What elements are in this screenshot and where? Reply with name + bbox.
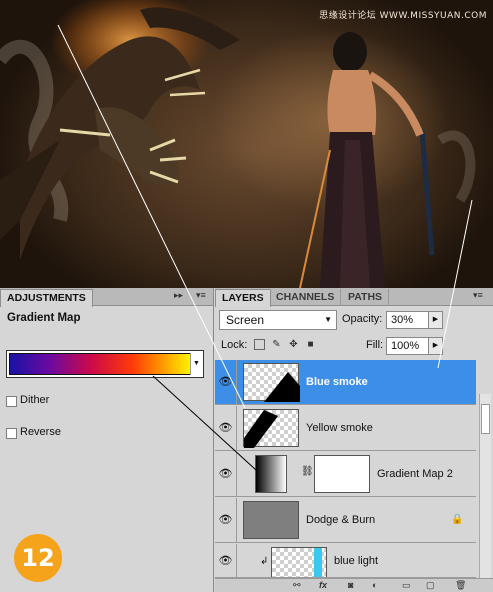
fx-icon[interactable]: fx [319,580,327,590]
tab-channels[interactable]: CHANNELS [270,289,342,306]
fill-label: Fill: [366,339,384,351]
step-badge: 12 [14,534,62,582]
tab-adjustments[interactable]: ADJUSTMENTS [0,289,93,307]
artwork-canvas: 思缘设计论坛 WWW.MISSYUAN.COM [0,0,493,288]
new-layer-icon[interactable]: ▢ [426,580,435,591]
lock-brush-icon[interactable]: ✎ [271,339,282,350]
add-mask-icon[interactable]: ◙ [348,580,353,590]
layer-row[interactable]: 👁 ⛓ Gradient Map 2 [215,452,476,497]
artwork-illustration [0,0,476,288]
layer-name[interactable]: Gradient Map 2 [377,468,453,480]
reverse-label: Reverse [20,426,61,438]
trash-icon[interactable]: 🗑 [455,580,466,591]
eye-icon[interactable]: 👁 [215,544,237,577]
gradient-dropdown-icon[interactable]: ▼ [190,353,202,375]
lock-transparent-icon[interactable] [254,339,265,350]
eye-icon[interactable]: 👁 [215,360,237,405]
fill-input[interactable]: 100% [386,337,430,355]
layer-name[interactable]: Yellow smoke [306,422,373,434]
eye-icon[interactable]: 👁 [215,452,237,497]
layer-thumbnail [271,547,327,577]
layer-row[interactable]: 👁 Blue smoke [215,360,476,405]
layers-scrollbar[interactable] [479,394,491,579]
panel-menu-icon[interactable]: ▾≡ [196,290,206,301]
layers-toolbar: ⚯ fx ◙ ◐ ▭ ▢ 🗑 [215,578,493,592]
link-layers-icon[interactable]: ⚯ [293,580,301,591]
layer-mask-thumbnail[interactable] [314,455,370,493]
layers-panel: LAYERS CHANNELS PATHS ▾≡ Screen ▼ Opacit… [215,288,493,592]
layer-name[interactable]: blue light [334,555,378,567]
layer-thumbnail [243,501,299,539]
lock-all-icon[interactable]: ■ [305,339,316,350]
opacity-slider-arrow-icon[interactable]: ▶ [428,311,443,329]
adjustment-layer-icon [255,455,287,493]
layer-thumbnail [243,363,300,402]
layers-menu-icon[interactable]: ▾≡ [473,290,483,301]
collapse-icon[interactable]: ▸▸ [174,290,183,301]
adjustments-tabbar: ADJUSTMENTS ▸▸ ▾≡ [0,288,213,307]
blend-mode-value: Screen [226,313,265,327]
chevron-down-icon: ▼ [324,315,332,324]
watermark-text: 思缘设计论坛 WWW.MISSYUAN.COM [319,11,487,21]
lock-label: Lock: [221,339,248,351]
layer-row[interactable]: 👁 Dodge & Burn 🔒 [215,498,476,543]
eye-icon[interactable]: 👁 [215,406,237,451]
layer-lock-icon: 🔒 [451,514,464,525]
eye-icon[interactable]: 👁 [215,498,237,543]
opacity-input[interactable]: 30% [386,311,430,329]
reverse-checkbox[interactable] [6,428,17,439]
link-icon[interactable]: ⛓ [301,466,314,477]
blend-mode-select[interactable]: Screen ▼ [219,310,337,330]
adjustment-title: Gradient Map [7,312,81,324]
fill-slider-arrow-icon[interactable]: ▶ [428,337,443,355]
tab-layers[interactable]: LAYERS [215,289,271,307]
gradient-preview[interactable] [9,353,191,375]
dither-label: Dither [20,394,50,406]
layer-name[interactable]: Blue smoke [306,376,368,388]
gradient-picker[interactable]: ▼ [6,350,204,378]
layer-row[interactable]: 👁 Yellow smoke [215,406,476,451]
layer-thumbnail [243,409,299,448]
folder-icon[interactable]: ▭ [402,580,411,591]
layers-tabbar: LAYERS CHANNELS PATHS ▾≡ [215,288,493,307]
opacity-label: Opacity: [342,313,383,325]
tab-paths[interactable]: PATHS [342,289,390,306]
layer-name[interactable]: Dodge & Burn [306,514,375,526]
layer-row[interactable]: 👁 ↲ blue light [215,544,476,578]
lock-move-icon[interactable]: ✥ [288,339,299,350]
dither-checkbox[interactable] [6,396,17,407]
adjustment-icon[interactable]: ◐ [372,580,377,590]
clipping-arrow-icon: ↲ [260,556,269,567]
